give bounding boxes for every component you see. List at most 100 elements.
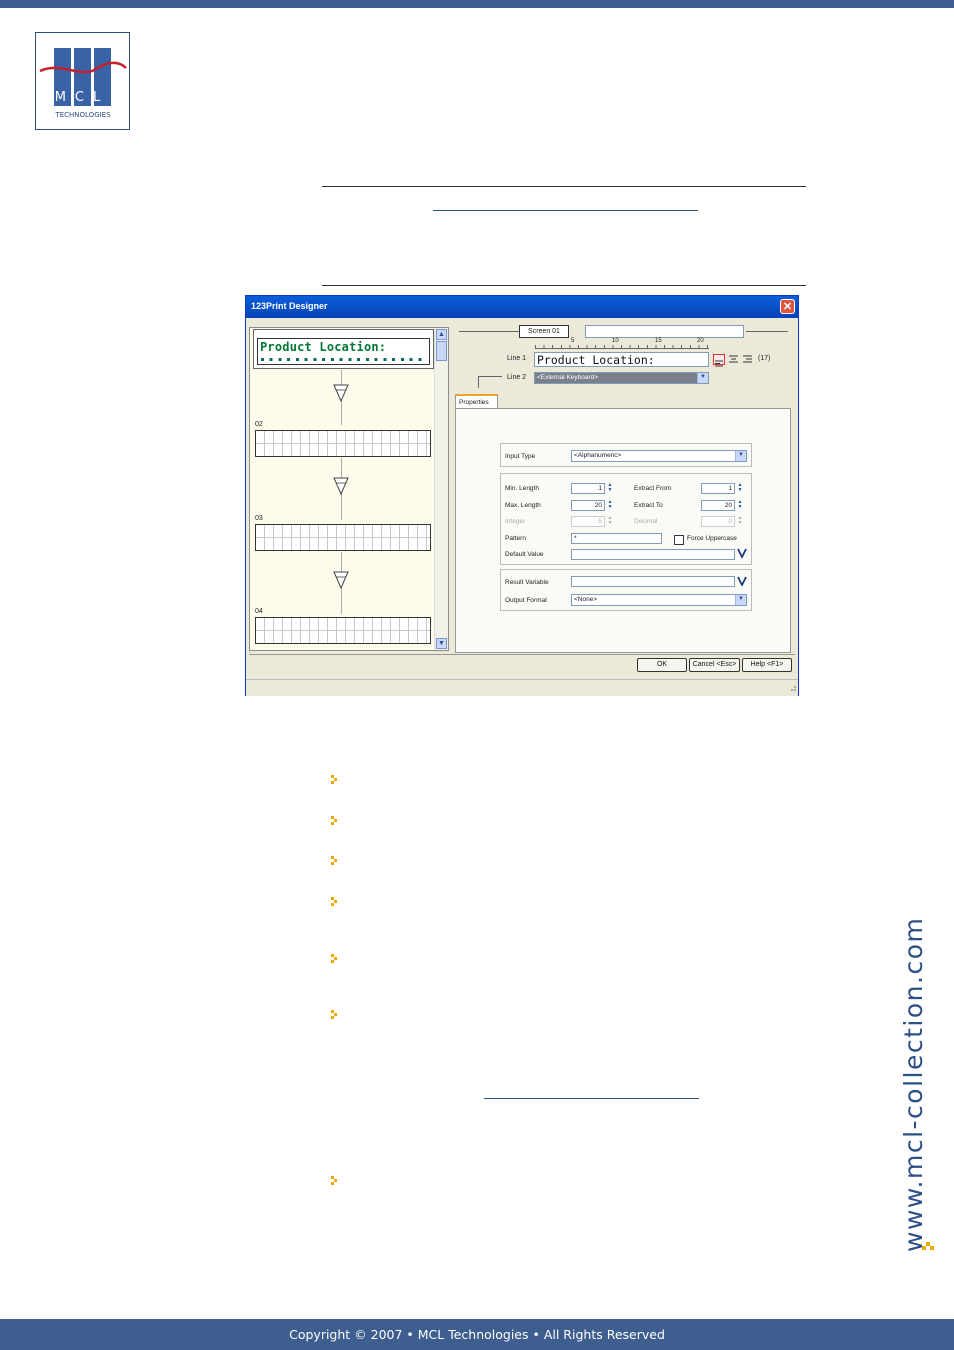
min-length-label: Min. Length (505, 485, 539, 492)
chevron-down-icon[interactable]: ▼ (735, 595, 746, 605)
pattern-input[interactable]: * (571, 533, 662, 544)
variable-picker-icon[interactable] (737, 576, 747, 586)
screen-preview-04[interactable] (255, 617, 431, 644)
bullet-icon (331, 775, 337, 784)
input-type-value: <Alphanumeric> (574, 452, 622, 459)
max-length-label: Max. Length (505, 502, 541, 509)
tab-screen-01[interactable]: Screen 01 (519, 325, 569, 338)
screen-label-03: 03 (255, 515, 263, 522)
scroll-down-icon[interactable]: ▼ (436, 638, 447, 649)
top-bar (0, 0, 954, 8)
line1-char-count: (17) (758, 355, 771, 362)
integer-label: Integer (505, 518, 526, 525)
bullet-icon (331, 816, 337, 825)
extract-to-spinner[interactable]: ▲ ▼ (736, 500, 744, 510)
result-variable-input[interactable] (571, 576, 735, 587)
hyperlink-underline-2[interactable] (484, 1098, 699, 1099)
screens-panel: 01 Product Location: 02 03 04 ▲ ▼ (249, 327, 449, 651)
header-rule-top (322, 186, 806, 187)
integer-spinner[interactable]: ▲ ▼ (606, 516, 614, 526)
screen-01-text: Product Location: (260, 340, 387, 354)
ok-button[interactable]: OK (637, 658, 687, 672)
max-length-spinner[interactable]: ▲ ▼ (606, 500, 614, 510)
align-right-icon[interactable] (742, 354, 753, 365)
help-button[interactable]: Help <F1> (742, 658, 792, 672)
extract-from-input[interactable]: 1 (701, 483, 735, 494)
ruler-mark-10: 10 (612, 338, 619, 344)
line2-select[interactable]: <External Keyboard> ▼ (534, 372, 709, 384)
result-group: Result Variable Output Format <None> ▼ (500, 569, 752, 611)
decimal-value: 0 (728, 518, 732, 525)
screen-preview-01[interactable]: Product Location: (253, 329, 434, 369)
align-center-icon[interactable] (728, 354, 739, 365)
screen-label-02: 02 (255, 421, 263, 428)
result-variable-label: Result Variable (505, 579, 549, 586)
min-length-input[interactable]: 1 (571, 483, 605, 494)
scroll-up-icon[interactable]: ▲ (436, 329, 447, 340)
status-bar (246, 679, 798, 696)
header-rule-bottom (322, 285, 806, 286)
line2-label: Line 2 (507, 374, 527, 381)
tab-properties[interactable]: Properties (455, 394, 498, 409)
bullet-icon (331, 897, 337, 906)
max-length-value: 20 (594, 502, 602, 509)
extract-to-value: 20 (724, 502, 732, 509)
logo-letters: MCL (54, 90, 110, 105)
scroll-thumb[interactable] (436, 341, 447, 361)
extract-from-value: 1 (728, 485, 732, 492)
column-ruler: 5 10 15 20 (535, 338, 709, 350)
footer-bar: Copyright © 2007 • MCL Technologies • Al… (0, 1319, 954, 1350)
variable-picker-icon[interactable] (737, 548, 747, 558)
chevron-down-icon[interactable]: ▼ (735, 451, 746, 461)
line2-select-value: <External Keyboard> (537, 374, 599, 381)
cancel-button[interactable]: Cancel <Esc> (689, 658, 740, 672)
integer-value: 5 (598, 518, 602, 525)
default-value-input[interactable] (571, 549, 735, 560)
tab-properties-label: Properties (459, 399, 489, 406)
max-length-input[interactable]: 20 (571, 500, 605, 511)
bullet-icon (331, 1010, 337, 1019)
ruler-mark-15: 15 (655, 338, 662, 344)
hyperlink-underline-1[interactable] (433, 210, 698, 211)
integer-input[interactable]: 5 (571, 516, 605, 527)
logo-subtext: TECHNOLOGIES (55, 111, 111, 119)
line1-text: Product Location: (537, 353, 655, 367)
flow-arrow-icon (333, 571, 349, 590)
screen-name-input[interactable] (585, 325, 744, 338)
input-type-group: Input Type <Alphanumeric> ▼ (500, 443, 752, 467)
input-type-select[interactable]: <Alphanumeric> ▼ (571, 450, 747, 462)
extract-to-input[interactable]: 20 (701, 500, 735, 511)
default-value-label: Default Value (505, 551, 544, 558)
print-designer-dialog: 123Print Designer ✕ 01 Product Location:… (245, 295, 799, 696)
decimal-spinner[interactable]: ▲ ▼ (736, 516, 744, 526)
ruler-mark-20: 20 (697, 338, 704, 344)
screen-preview-03[interactable] (255, 524, 431, 551)
close-icon[interactable]: ✕ (780, 299, 795, 314)
output-format-value: <None> (574, 596, 598, 603)
decimal-input[interactable]: 0 (701, 516, 735, 527)
dialog-title: 123Print Designer (251, 301, 328, 311)
mcl-logo: MCL TECHNOLOGIES (35, 32, 130, 130)
screen-preview-02[interactable] (255, 430, 431, 457)
align-left-icon[interactable] (713, 354, 725, 367)
ruler-mark-5: 5 (571, 338, 575, 344)
line1-label: Line 1 (507, 355, 527, 362)
flow-arrow-icon (333, 384, 349, 403)
output-format-select[interactable]: <None> ▼ (571, 594, 747, 606)
min-length-value: 1 (598, 485, 602, 492)
min-length-spinner[interactable]: ▲ ▼ (606, 483, 614, 493)
bullet-icon (331, 1176, 337, 1185)
properties-panel: Input Type <Alphanumeric> ▼ Min. Length … (455, 408, 791, 653)
force-uppercase-label: Force Uppercase (687, 535, 737, 542)
extract-from-spinner[interactable]: ▲ ▼ (736, 483, 744, 493)
screen-label-04: 04 (255, 608, 263, 615)
extract-from-label: Extract From (634, 485, 672, 492)
screens-scrollbar[interactable]: ▲ ▼ (434, 328, 448, 650)
input-type-label: Input Type (505, 453, 536, 460)
chevron-down-icon[interactable]: ▼ (697, 373, 708, 383)
line1-input[interactable]: Product Location: (534, 352, 709, 367)
flow-arrow-icon (333, 477, 349, 496)
resize-grip-icon[interactable] (787, 682, 797, 692)
force-uppercase-checkbox[interactable] (674, 535, 684, 545)
side-dots-icon (922, 1242, 934, 1250)
